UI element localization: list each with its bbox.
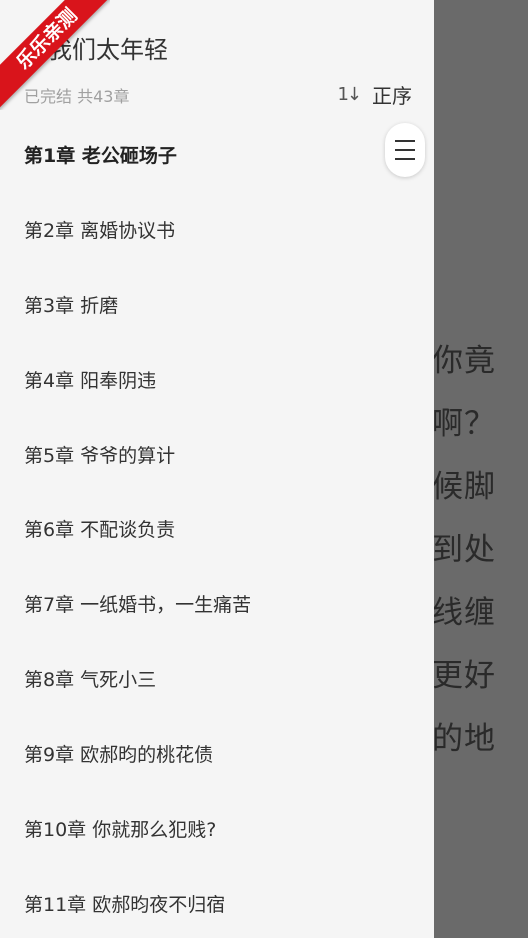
chapter-item[interactable]: 第2章 离婚协议书 — [0, 192, 434, 267]
reader-text-line: 更好 — [432, 658, 496, 694]
book-status: 已完结 共43章 — [24, 87, 130, 106]
reader-text-line: 候脚 — [432, 469, 496, 505]
sort-label: 正序 — [372, 84, 412, 108]
chapter-item[interactable]: 第7章 一纸婚书，一生痛苦 — [0, 566, 434, 641]
fast-scroll-handle[interactable] — [385, 123, 425, 177]
reader-text-line: 的地 — [432, 721, 496, 757]
reader-text-line: 啊？ — [432, 406, 496, 442]
chapter-list: 第1章 老公砸场子 第2章 离婚协议书 第3章 折磨 第4章 阳奉阴违 第5章 … — [0, 117, 434, 938]
chapter-drawer: 时我们太年轻 已完结 共43章 1↓ 正序 第1章 老公砸场子 第2章 离婚协议… — [0, 0, 434, 938]
chapter-item[interactable]: 第10章 你就那么犯贱? — [0, 791, 434, 866]
chapter-item[interactable]: 第9章 欧郝昀的桃花债 — [0, 716, 434, 791]
chapter-item[interactable]: 第3章 折磨 — [0, 267, 434, 342]
reader-text-line: 线缠 — [432, 595, 496, 631]
reader-text-line: 到处 — [432, 532, 496, 568]
menu-lines-icon — [395, 133, 415, 167]
chapter-item[interactable]: 第8章 气死小三 — [0, 641, 434, 716]
sort-order-toggle[interactable]: 1↓ 正序 — [337, 80, 412, 109]
chapter-item[interactable]: 第11章 欧郝昀夜不归宿 — [0, 866, 434, 938]
chapter-item[interactable]: 第1章 老公砸场子 — [0, 117, 434, 192]
sort-icon: 1↓ — [337, 84, 362, 105]
chapter-item[interactable]: 第6章 不配谈负责 — [0, 491, 434, 566]
chapter-item[interactable]: 第5章 爷爷的算计 — [0, 417, 434, 492]
book-title: 时我们太年轻 — [24, 36, 168, 64]
reader-text-line: 你竟 — [432, 343, 496, 379]
chapter-item[interactable]: 第4章 阳奉阴违 — [0, 342, 434, 417]
